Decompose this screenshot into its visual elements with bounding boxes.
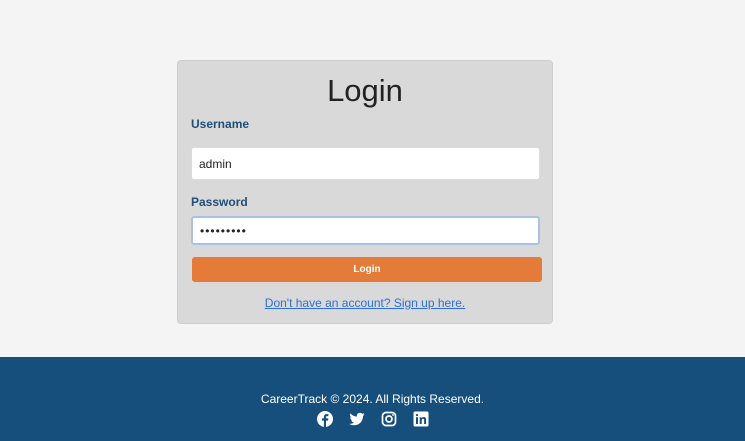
instagram-icon[interactable] — [381, 411, 397, 427]
login-title: Login — [327, 73, 403, 108]
login-button[interactable]: Login — [192, 257, 542, 282]
username-label: Username — [191, 117, 250, 131]
login-card: Login Username Password Login Don't have… — [177, 60, 553, 324]
twitter-icon[interactable] — [348, 411, 365, 427]
social-links — [0, 411, 745, 427]
copyright-text: CareerTrack © 2024. All Rights Reserved. — [260, 392, 485, 406]
signup-link[interactable]: Don't have an account? Sign up here. — [178, 296, 552, 310]
page: Login Username Password Login Don't have… — [0, 0, 745, 441]
password-label: Password — [191, 195, 248, 209]
username-input[interactable] — [191, 147, 540, 180]
footer: CareerTrack © 2024. All Rights Reserved. — [0, 357, 745, 441]
linkedin-icon[interactable] — [413, 411, 429, 427]
password-input[interactable] — [191, 216, 540, 245]
facebook-icon[interactable] — [316, 411, 333, 427]
